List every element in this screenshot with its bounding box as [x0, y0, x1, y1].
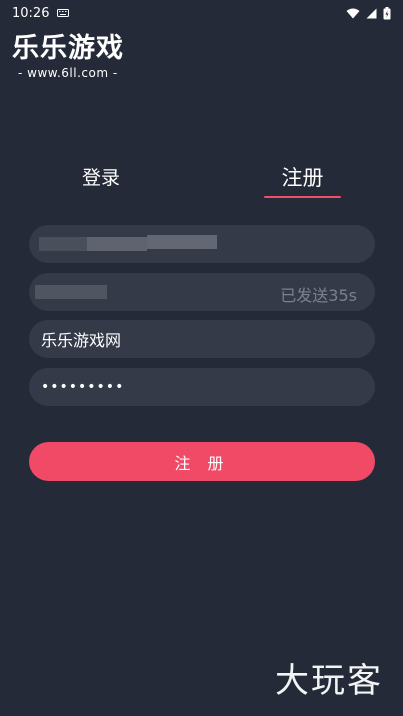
watermark: 大玩客	[275, 661, 383, 701]
register-screen: 10:26 乐乐游戏 - www.6ll.com - 登录 注册 已发送35s …	[0, 0, 403, 716]
nickname-field[interactable]: 乐乐游戏网	[29, 320, 375, 358]
nickname-value: 乐乐游戏网	[41, 331, 122, 350]
battery-icon	[383, 6, 391, 20]
obscured-phone-3	[147, 235, 217, 249]
code-countdown: 已发送35s	[280, 286, 357, 305]
logo-subtitle: - www.6ll.com -	[18, 66, 118, 80]
verification-code-field[interactable]: 已发送35s	[29, 273, 375, 311]
obscured-phone-2	[87, 237, 147, 251]
status-time: 10:26	[12, 5, 50, 21]
password-field[interactable]: •••••••••	[29, 368, 375, 406]
logo-title: 乐乐游戏	[12, 33, 124, 64]
wifi-icon	[346, 8, 360, 19]
tab-login[interactable]: 登录	[60, 163, 142, 190]
signal-icon	[366, 8, 377, 19]
active-tab-indicator	[264, 196, 341, 198]
password-value: •••••••••	[41, 379, 125, 395]
status-bar: 10:26	[0, 0, 403, 26]
phone-field[interactable]	[29, 225, 375, 263]
app-logo: 乐乐游戏 - www.6ll.com -	[12, 32, 132, 80]
register-button[interactable]: 注 册	[29, 442, 375, 481]
status-right	[346, 6, 391, 20]
tab-register[interactable]: 注册	[264, 162, 341, 192]
obscured-code	[35, 285, 107, 299]
obscured-phone	[39, 237, 87, 251]
keyboard-icon	[57, 9, 70, 17]
status-left: 10:26	[12, 5, 70, 21]
